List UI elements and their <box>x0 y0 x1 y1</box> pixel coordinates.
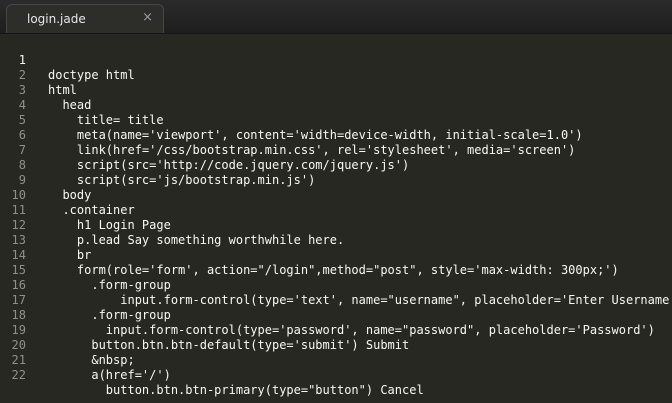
tab-title: login.jade <box>27 12 86 26</box>
tab-bar: login.jade × <box>0 0 672 34</box>
code-line: 6 link(href='/css/bootstrap.min.css', re… <box>0 113 672 157</box>
code-line: 17 .form-group <box>0 278 672 322</box>
code-line: 10 .container <box>0 173 672 217</box>
code-line: 14 form(role='form', action="/login",met… <box>0 233 672 277</box>
tab-login-jade[interactable]: login.jade × <box>6 4 164 33</box>
code-line: 15 .form-group <box>0 248 672 292</box>
code-line: 20 &nbsp; <box>0 323 672 367</box>
code-line: 19 button.btn.btn-default(type='submit')… <box>0 308 672 352</box>
editor-window: login.jade × 1 doctype html 2 html 3 hea… <box>0 0 672 403</box>
line-number: 22 <box>11 368 26 382</box>
code-line: 3 head <box>0 68 672 112</box>
code-line: 9 body <box>0 158 672 202</box>
code-editor[interactable]: 1 doctype html 2 html 3 head 4 title= ti… <box>0 34 672 403</box>
code-line: 4 title= title <box>0 83 672 127</box>
code-line: 5 meta(name='viewport', content='width=d… <box>0 98 672 142</box>
code-line: 22 button.btn.btn-primary(type="button")… <box>0 353 672 397</box>
code-line: 16 input.form-control(type='text', name=… <box>0 263 672 307</box>
code-line: 2 html <box>0 53 672 97</box>
code-line: 11 h1 Login Page <box>0 188 672 232</box>
close-icon[interactable]: × <box>142 10 153 25</box>
code-line: 8 script(src='js/bootstrap.min.js') <box>0 143 672 187</box>
code-line: 21 a(href='/') <box>0 338 672 382</box>
code-text: button.btn.btn-primary(type="button") Ca… <box>48 383 424 397</box>
code-line: 18 input.form-control(type='password', n… <box>0 293 672 337</box>
code-text: a(href='/') <box>48 368 171 382</box>
code-line: 7 script(src='http://code.jquery.com/jqu… <box>0 128 672 172</box>
code-line: 1 doctype html <box>0 38 672 82</box>
code-line: 13 br <box>0 218 672 262</box>
code-line: 12 p.lead Say something worthwhile here. <box>0 203 672 247</box>
